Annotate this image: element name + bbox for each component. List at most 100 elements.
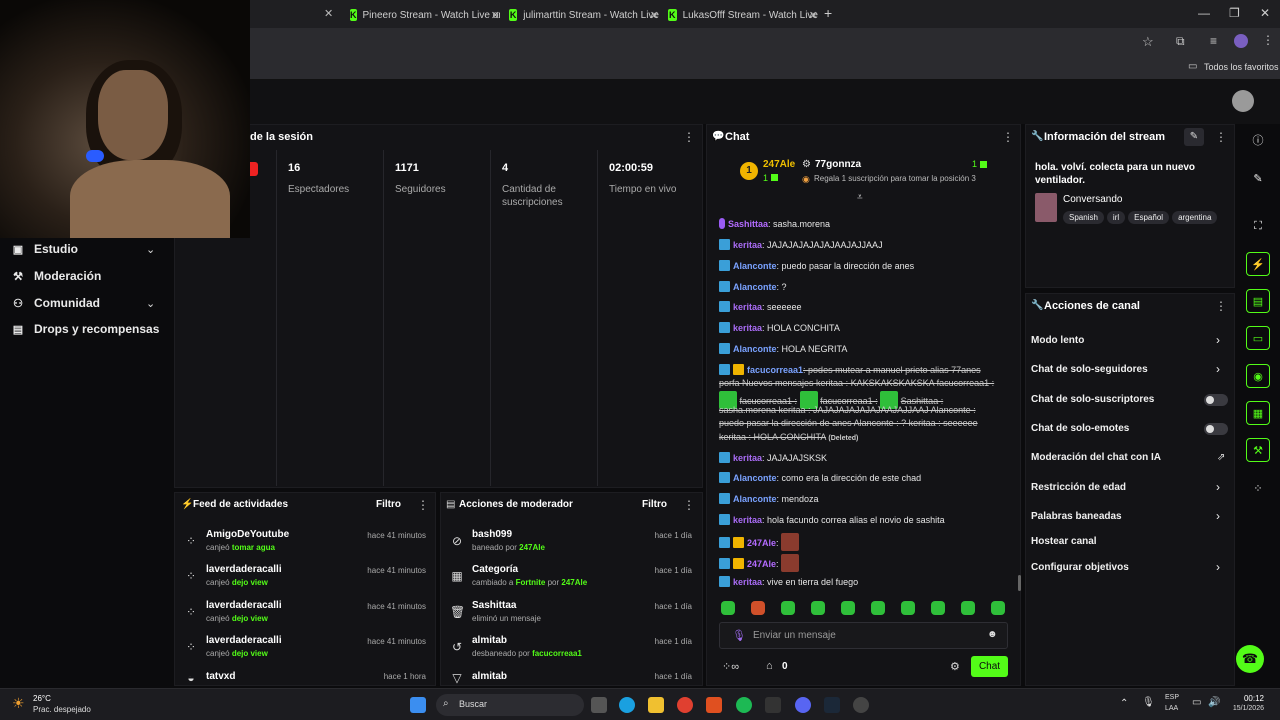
- chat-user[interactable]: keritaa: [733, 453, 762, 463]
- user-avatar[interactable]: [1232, 90, 1254, 112]
- wrench-icon[interactable]: ⚒: [1246, 438, 1270, 462]
- tag[interactable]: argentina: [1172, 211, 1218, 224]
- chat-user[interactable]: keritaa: [733, 240, 762, 250]
- epic-icon[interactable]: [765, 697, 781, 713]
- layout-icon[interactable]: ▦: [1246, 401, 1270, 425]
- emote-icon[interactable]: [841, 601, 855, 615]
- external-link-icon[interactable]: ⇗: [1217, 452, 1225, 463]
- chevron-up-icon[interactable]: ⌃: [1120, 698, 1128, 709]
- category-thumbnail[interactable]: [1035, 193, 1057, 222]
- subs-only-toggle[interactable]: [1204, 394, 1228, 406]
- edge-icon[interactable]: [619, 697, 635, 713]
- clock-time[interactable]: 00:12: [1220, 694, 1264, 703]
- more-icon[interactable]: ⋮: [1215, 299, 1227, 313]
- top-gifter-name[interactable]: 247Ale: [763, 159, 795, 170]
- pencil-icon[interactable]: ✎: [1246, 166, 1270, 190]
- nav-comunidad[interactable]: ⚇ Comunidad: [12, 296, 100, 310]
- brave-icon[interactable]: [706, 697, 722, 713]
- chat-user[interactable]: Alanconte: [733, 261, 777, 271]
- chrome-icon[interactable]: [677, 697, 693, 713]
- more-icon[interactable]: ⋮: [683, 130, 695, 144]
- help-fab-icon[interactable]: ☎: [1236, 645, 1264, 673]
- nav-estudio[interactable]: ▣ Estudio: [12, 242, 78, 256]
- gift-prompt[interactable]: Regala 1 suscripción para tomar la posic…: [814, 174, 976, 183]
- tab-lukasofff[interactable]: K LukasOfff Stream - Watch Live ✕: [668, 4, 818, 26]
- more-icon[interactable]: ⋮: [683, 498, 695, 512]
- profile-avatar[interactable]: [1234, 34, 1248, 48]
- action-goals[interactable]: Configurar objetivos: [1031, 562, 1129, 573]
- action-ai-moderation[interactable]: Moderación del chat con IA: [1031, 452, 1161, 463]
- all-bookmarks-link[interactable]: Todos los favoritos: [1204, 62, 1279, 72]
- nav-drops[interactable]: ▤ Drops y recompensas: [12, 322, 160, 336]
- feed-user[interactable]: laverdaderacalli: [206, 635, 282, 646]
- file-explorer-icon[interactable]: [648, 697, 664, 713]
- action-slow-mode[interactable]: Modo lento: [1031, 335, 1084, 346]
- discord-icon[interactable]: [795, 697, 811, 713]
- emoji-icon[interactable]: ☻: [987, 629, 998, 640]
- edit-icon[interactable]: ✎: [1184, 128, 1204, 146]
- task-view-icon[interactable]: [591, 697, 607, 713]
- tab-pineero[interactable]: K Pineero Stream - Watch Live on ✕: [350, 4, 500, 26]
- spotify-icon[interactable]: [736, 697, 752, 713]
- feed-filter-button[interactable]: Filtro: [376, 499, 401, 510]
- more-icon[interactable]: ⋮: [417, 498, 429, 512]
- chevron-right-icon[interactable]: ›: [1216, 509, 1220, 523]
- close-tab-icon[interactable]: ✕: [650, 9, 659, 22]
- tag[interactable]: Spanish: [1063, 211, 1104, 224]
- second-gifter-name[interactable]: 77gonnza: [815, 159, 861, 170]
- bolt-icon[interactable]: ⚡: [1246, 252, 1270, 276]
- search-box[interactable]: ⌕ Buscar: [436, 694, 584, 716]
- star-icon[interactable]: ☆: [1142, 34, 1154, 50]
- chat-user[interactable]: keritaa: [733, 515, 762, 525]
- points-icon[interactable]: ⁘∞: [722, 660, 739, 673]
- more-icon[interactable]: ⋮: [1215, 130, 1227, 144]
- chevron-right-icon[interactable]: ›: [1216, 362, 1220, 376]
- chevron-down-icon[interactable]: ⌄: [146, 297, 155, 310]
- emote-icon[interactable]: [991, 601, 1005, 615]
- chat-user[interactable]: Sashittaa: [728, 219, 768, 229]
- chat-user[interactable]: keritaa: [733, 323, 762, 333]
- emote-icon[interactable]: [961, 601, 975, 615]
- mod-target[interactable]: bash099: [472, 529, 512, 540]
- chat-scrollbar[interactable]: [1018, 575, 1021, 591]
- obs-icon[interactable]: [853, 697, 869, 713]
- chat-user[interactable]: 247Ale: [747, 538, 776, 548]
- chat-user[interactable]: keritaa: [733, 302, 762, 312]
- volume-icon[interactable]: 🔊: [1208, 697, 1220, 708]
- broadcast-icon[interactable]: ◉: [1246, 364, 1270, 388]
- chat-input[interactable]: 🎙 Enviar un mensaje ☻: [719, 622, 1008, 649]
- mod-target[interactable]: almitab: [472, 635, 507, 646]
- collapse-icon[interactable]: ⩡: [857, 192, 863, 203]
- screen-capture-icon[interactable]: ⛶: [1246, 214, 1270, 238]
- emote-icon[interactable]: [901, 601, 915, 615]
- language-code[interactable]: ESP: [1165, 694, 1179, 701]
- microphone-icon[interactable]: 🎙: [1142, 697, 1155, 708]
- chat-user[interactable]: Alanconte: [733, 494, 777, 504]
- nav-moderacion[interactable]: ⚒ Moderación: [12, 269, 101, 283]
- emote-icon[interactable]: [931, 601, 945, 615]
- close-tab-icon[interactable]: ✕: [809, 9, 818, 22]
- microphone-icon[interactable]: 🎙: [732, 629, 746, 642]
- chat-icon[interactable]: ▭: [1246, 326, 1270, 350]
- emotes-only-toggle[interactable]: [1204, 423, 1228, 435]
- chevron-right-icon[interactable]: ›: [1216, 560, 1220, 574]
- tab-julimarttin[interactable]: K julimarttin Stream - Watch Live ✕: [509, 4, 659, 26]
- chat-user[interactable]: Alanconte: [733, 473, 777, 483]
- maximize-icon[interactable]: ❐: [1229, 6, 1240, 20]
- info-icon[interactable]: ⓘ: [1246, 128, 1270, 152]
- network-icon[interactable]: ▭: [1192, 697, 1201, 708]
- action-banned-words[interactable]: Palabras baneadas: [1031, 511, 1122, 522]
- chat-user[interactable]: Alanconte: [733, 282, 777, 292]
- action-host-channel[interactable]: Hostear canal: [1031, 536, 1097, 547]
- mod-target[interactable]: Sashittaa: [472, 600, 516, 611]
- language-layout[interactable]: LAA: [1165, 705, 1178, 712]
- feed-user[interactable]: AmigoDeYoutube: [206, 529, 289, 540]
- windows-start-icon[interactable]: [410, 697, 426, 713]
- feed-user[interactable]: tatvxd: [206, 671, 235, 682]
- emote-icon[interactable]: [871, 601, 885, 615]
- emote-icon[interactable]: [781, 601, 795, 615]
- more-icon[interactable]: ⋮: [1002, 130, 1014, 144]
- steam-icon[interactable]: [824, 697, 840, 713]
- chevron-right-icon[interactable]: ›: [1216, 480, 1220, 494]
- chat-user[interactable]: 247Ale: [747, 559, 776, 569]
